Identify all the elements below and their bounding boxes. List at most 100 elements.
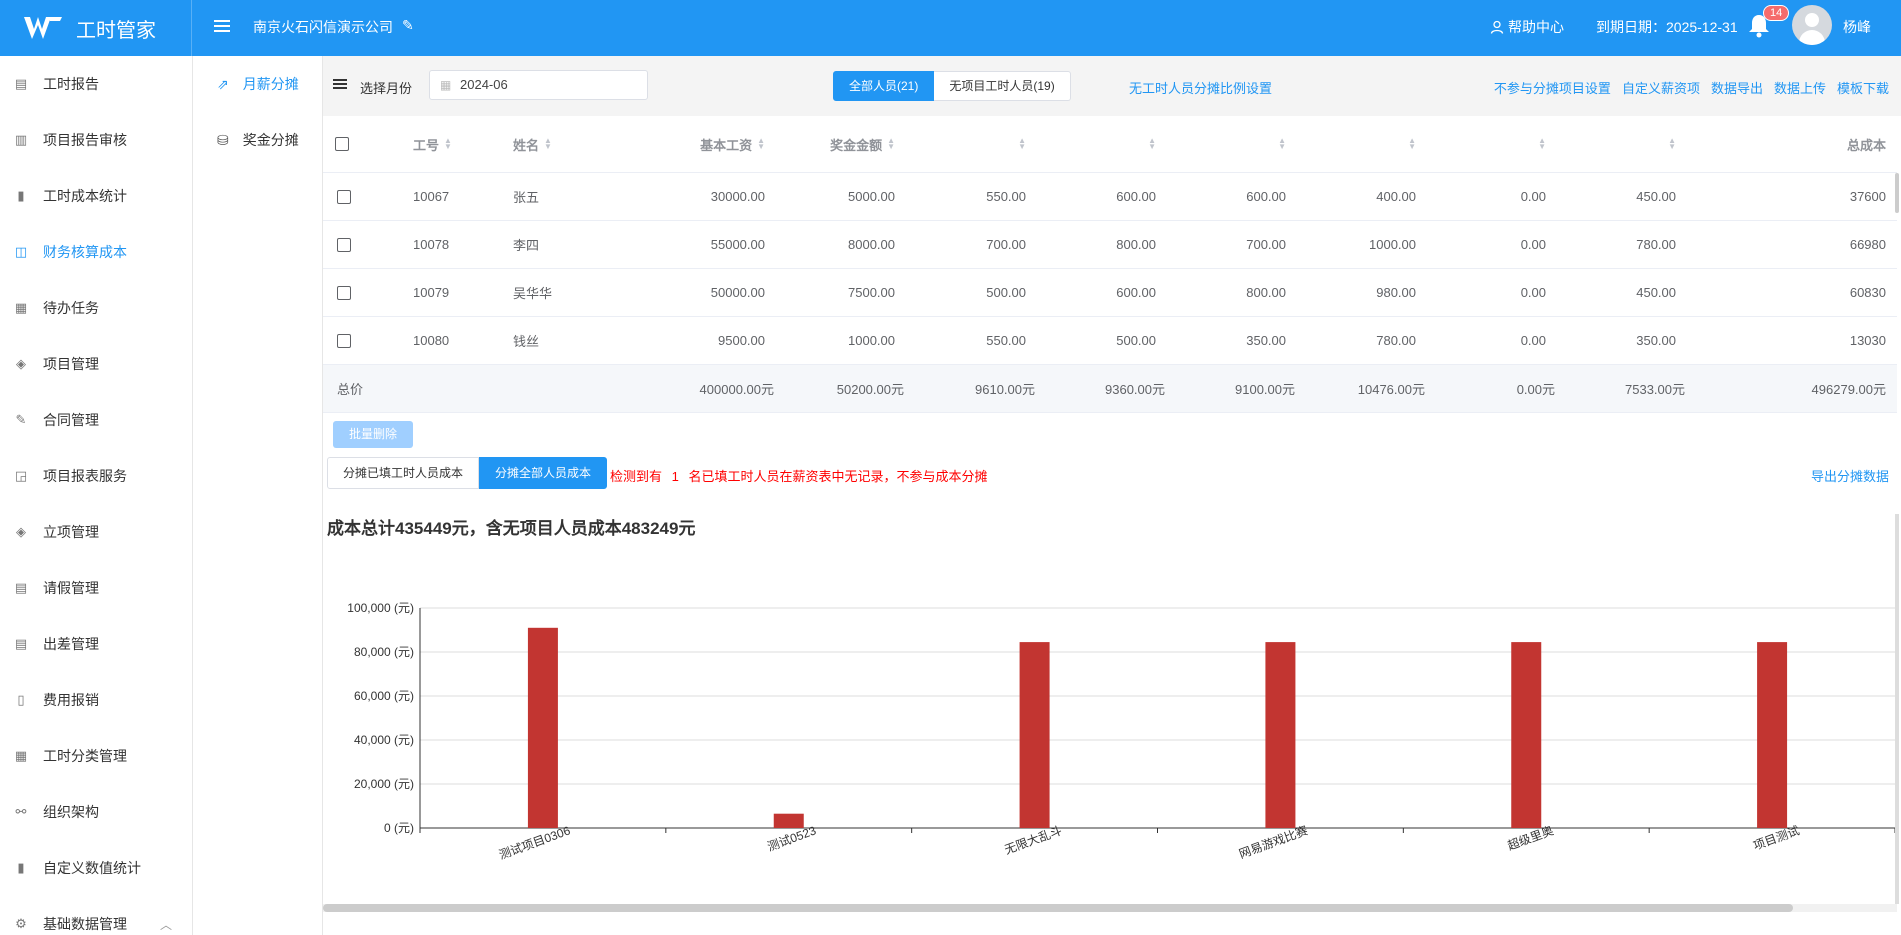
total-cell: 9610.00元	[975, 382, 1035, 397]
row-checkbox[interactable]	[337, 189, 351, 204]
sidebar-item-13[interactable]: ⚯ 组织架构	[0, 784, 192, 840]
all-staff-tab[interactable]: 全部人员(21)	[833, 71, 935, 101]
sidebar-item-7[interactable]: ◲ 项目报表服务	[0, 448, 192, 504]
sidebar-item-4[interactable]: ▦ 待办任务	[0, 280, 192, 336]
template-download-link[interactable]: 模板下载	[1837, 78, 1889, 97]
total-cell: 0.00元	[1516, 382, 1555, 397]
y-tick-label: 20,000 (元)	[354, 777, 414, 791]
exclude-project-link[interactable]: 不参与分摊项目设置	[1494, 78, 1611, 97]
sidebar-item-11[interactable]: ▯ 费用报销	[0, 672, 192, 728]
staff-filter-segment: 全部人员(21) 无项目工时人员(19)	[833, 71, 1071, 101]
sidebar-item-12[interactable]: ▦ 工时分类管理	[0, 728, 192, 784]
sidebar-item-15[interactable]: ⚙ 基础数据管理 ︿	[0, 896, 192, 935]
user-name[interactable]: 杨峰	[1843, 17, 1871, 37]
bar	[1265, 642, 1296, 828]
table-cell: 7500.00	[848, 285, 895, 300]
sidebar-item-8[interactable]: ◈ 立项管理	[0, 504, 192, 560]
sort-icon[interactable]: ▲ ▼	[887, 137, 895, 151]
column-header[interactable]: ▲ ▼	[1556, 116, 1676, 172]
select-all-checkbox[interactable]	[335, 137, 349, 151]
table-cell: 700.00	[1246, 237, 1286, 252]
table-cell: 5000.00	[848, 189, 895, 204]
allocation-warning: 检测到有 1 名已填工时人员在薪资表中无记录，不参与成本分摊	[610, 466, 988, 485]
help-center-link[interactable]: 帮助中心	[1490, 17, 1564, 37]
y-tick-label: 100,000 (元)	[347, 601, 414, 615]
table-cell: 700.00	[986, 237, 1026, 252]
column-header[interactable]: ▲ ▼	[1296, 116, 1416, 172]
chart-vertical-scrollbar[interactable]	[1895, 514, 1899, 904]
table-row[interactable]: 10067 张五 30000.00 5000.00 550.00 600.00 600.00…	[323, 173, 1897, 221]
expire-date: 到期日期：2025-12-31	[1596, 19, 1738, 35]
sidebar-item-10[interactable]: ▤ 出差管理	[0, 616, 192, 672]
alloc-all-staff-button[interactable]: 分摊全部人员成本	[479, 457, 608, 489]
sidebar-item-3[interactable]: ◫ 财务核算成本	[0, 224, 192, 280]
data-upload-link[interactable]: 数据上传	[1774, 78, 1826, 97]
avatar[interactable]	[1792, 5, 1832, 45]
table-cell: 450.00	[1636, 189, 1676, 204]
no-project-staff-tab[interactable]: 无项目工时人员(19)	[934, 71, 1071, 101]
column-header[interactable]: ▲ ▼	[906, 116, 1026, 172]
edit-icon[interactable]: ✎	[402, 17, 414, 34]
custom-salary-link[interactable]: 自定义薪资项	[1622, 78, 1700, 97]
table-row[interactable]: 10079 吴华华 50000.00 7500.00 500.00 600.00 800.0…	[323, 269, 1897, 317]
table-cell: 550.00	[986, 333, 1026, 348]
table-cell: 350.00	[1246, 333, 1286, 348]
row-checkbox[interactable]	[337, 237, 351, 252]
table-cell: 600.00	[1116, 285, 1156, 300]
month-label: 选择月份	[360, 81, 413, 96]
table-cell: 0.00	[1520, 285, 1546, 300]
layers-icon: ◈	[16, 356, 26, 371]
column-header[interactable]: 工号 ▲ ▼	[413, 116, 452, 172]
column-header[interactable]: 姓名 ▲ ▼	[513, 116, 552, 172]
export-allocation-link[interactable]: 导出分摊数据	[1811, 466, 1889, 485]
contract-icon: ✎	[15, 412, 27, 427]
row-checkbox[interactable]	[337, 333, 351, 348]
subnav-item-monthly-salary[interactable]: ⇗ 月薪分摊	[193, 56, 322, 112]
column-header[interactable]: 基本工资 ▲ ▼	[625, 116, 765, 172]
sidebar-item-label: 项目管理	[43, 356, 99, 372]
table-cell: 1000.00	[1369, 237, 1416, 252]
allocation-ratio-link[interactable]: 无工时人员分摊比例设置	[1129, 78, 1272, 97]
sidebar-item-14[interactable]: ▮ 自定义数值统计	[0, 840, 192, 896]
batch-delete-button[interactable]: 批量删除	[333, 421, 413, 448]
menu-toggle-icon[interactable]	[214, 17, 230, 37]
logo-icon	[24, 17, 62, 39]
sort-icon[interactable]: ▲ ▼	[544, 137, 552, 151]
sort-icon[interactable]: ▲ ▼	[1668, 137, 1676, 151]
column-header[interactable]: 奖金金额 ▲ ▼	[755, 116, 895, 172]
table-row[interactable]: 10080 钱丝 9500.00 1000.00 550.00 500.00 350.00 7…	[323, 317, 1897, 365]
table-cell: 0.00	[1520, 189, 1546, 204]
sidebar-item-1[interactable]: ▥ 项目报告审核	[0, 112, 192, 168]
sort-icon[interactable]: ▲ ▼	[1278, 137, 1286, 151]
sidebar-item-6[interactable]: ✎ 合同管理	[0, 392, 192, 448]
alloc-filled-staff-button[interactable]: 分摊已填工时人员成本	[327, 457, 480, 489]
column-header[interactable]: ▲ ▼	[1426, 116, 1546, 172]
table-row[interactable]: 10078 李四 55000.00 8000.00 700.00 800.00 700.00…	[323, 221, 1897, 269]
sidebar-item-9[interactable]: ▤ 请假管理	[0, 560, 192, 616]
sort-icon[interactable]: ▲ ▼	[444, 137, 452, 151]
sort-icon[interactable]: ▲ ▼	[1408, 137, 1416, 151]
sort-icon[interactable]: ▲ ▼	[1148, 137, 1156, 151]
data-export-link[interactable]: 数据导出	[1711, 78, 1763, 97]
column-header[interactable]: ▲ ▼	[1166, 116, 1286, 172]
sort-icon[interactable]: ▲ ▼	[1018, 137, 1026, 151]
chevron-up-icon[interactable]: ︿	[160, 916, 172, 933]
horizontal-scrollbar-thumb[interactable]	[323, 904, 1793, 912]
logo-area[interactable]: 工时管家	[0, 0, 192, 56]
y-tick-label: 40,000 (元)	[354, 733, 414, 747]
subnav-item-bonus[interactable]: ⛁ 奖金分摊	[193, 112, 322, 168]
sidebar-item-2[interactable]: ▮ 工时成本统计	[0, 168, 192, 224]
table-scrollbar[interactable]	[1895, 173, 1899, 213]
trend-icon: ⇗	[217, 75, 229, 92]
sort-icon[interactable]: ▲ ▼	[1538, 137, 1546, 151]
column-header[interactable]: 总成本	[1726, 116, 1886, 172]
month-picker-input[interactable]: ▦ 2024-06	[429, 70, 648, 100]
sidebar-item-label: 工时分类管理	[43, 748, 127, 764]
total-cell: 7533.00元	[1625, 382, 1685, 397]
sidebar-item-0[interactable]: ▤ 工时报告	[0, 56, 192, 112]
cost-bar-chart: 0 (元) 20,000 (元) 40,000 (元) 60,000 (元) 80,00…	[347, 601, 1896, 862]
column-header[interactable]: ▲ ▼	[1036, 116, 1156, 172]
row-checkbox[interactable]	[337, 285, 351, 300]
column-header-label: 奖金金额	[830, 137, 883, 153]
sidebar-item-5[interactable]: ◈ 项目管理	[0, 336, 192, 392]
